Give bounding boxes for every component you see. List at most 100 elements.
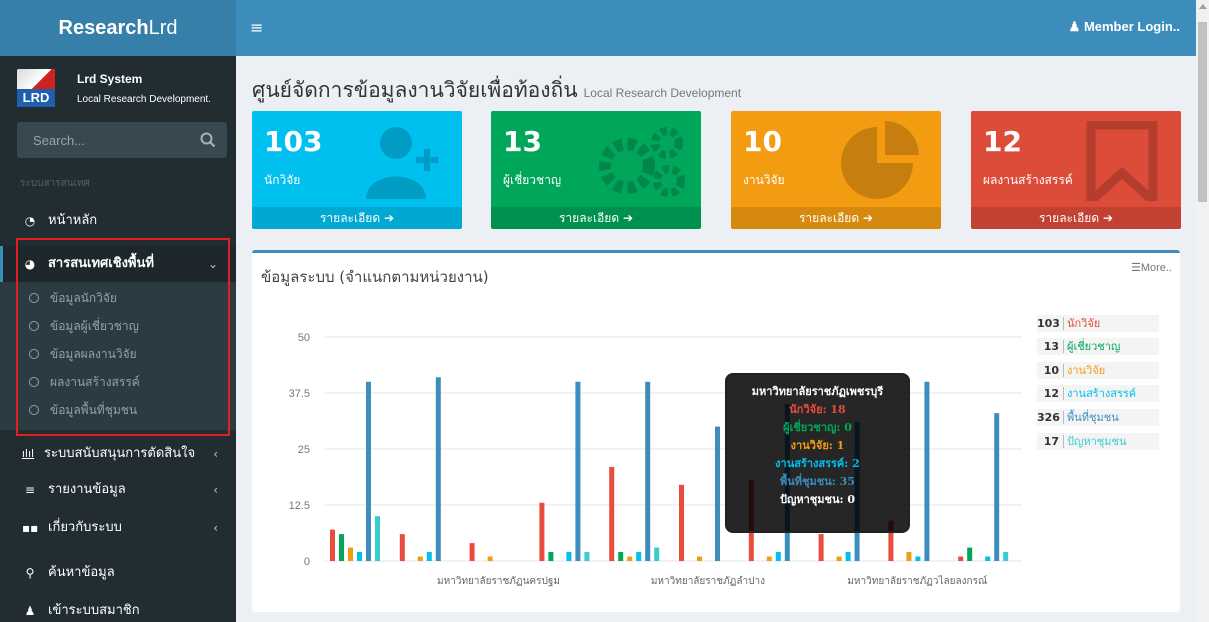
legend-item: 326 พื้นที่ชุมชน <box>1037 409 1159 426</box>
pie-chart-icon <box>841 121 919 199</box>
sidebar-item-spatial-info[interactable]: ◕ สารสนเทศเชิงพื้นที่ ⌄ <box>0 246 236 282</box>
tooltip-line: งานสร้างสรรค์: 2 <box>775 457 860 470</box>
chart-bar[interactable] <box>330 529 335 561</box>
chart-bar[interactable] <box>539 502 545 561</box>
circle-icon <box>29 349 39 359</box>
chart-bar[interactable] <box>836 556 842 561</box>
member-login-link[interactable]: ♟ Member Login.. <box>1069 19 1180 35</box>
chart-bar[interactable] <box>426 552 432 561</box>
legend-item: 13 ผู้เชี่ยวชาญ <box>1037 338 1159 355</box>
legend-item: 17 ปัญหาชุมชน <box>1037 433 1159 450</box>
chart-bar[interactable] <box>435 377 441 561</box>
app-logo[interactable]: ResearchLrd <box>0 0 236 56</box>
submenu-item-label: ข้อมูลผลงานวิจัย <box>50 347 137 361</box>
tooltip-line: นักวิจัย: 18 <box>789 403 846 416</box>
sidebar-item-home[interactable]: ◔ หน้าหลัก <box>0 203 236 239</box>
chart-bar[interactable] <box>654 547 660 561</box>
gears-icon <box>599 127 685 197</box>
legend-item: 103 นักวิจัย <box>1037 315 1159 332</box>
box-details-link[interactable]: รายละเอียด ➔ <box>491 207 701 229</box>
chart-bar[interactable] <box>915 556 921 561</box>
stat-caption: นักวิจัย <box>264 173 301 187</box>
x-tick-label: มหาวิทยาลัยราชภัฏวไลยลงกรณ์ <box>847 575 987 587</box>
chart-bar[interactable] <box>775 552 781 561</box>
sidebar-item-label: หน้าหลัก <box>48 213 98 228</box>
chart-bar[interactable] <box>958 556 964 561</box>
chart-bar[interactable] <box>366 381 371 561</box>
chart-bar[interactable] <box>357 552 362 561</box>
system-data-panel: 0 12.5 25 37.5 50 มหาวิทยาลัยราชภัฏนครปฐม มหาว… <box>252 250 1180 612</box>
user-name: Lrd System <box>77 72 143 86</box>
sidebar-item-member-login[interactable]: ♟ เข้าระบบสมาชิก <box>0 593 236 622</box>
bookmark-icon <box>1086 121 1158 201</box>
stat-box-research: 10 งานวิจัย รายละเอียด ➔ <box>731 111 941 229</box>
menu-toggle-icon[interactable]: ≡ <box>250 20 263 36</box>
y-tick-label: 12.5 <box>289 500 310 512</box>
chart-bar[interactable] <box>1003 552 1009 561</box>
search-icon[interactable] <box>199 131 217 149</box>
sidebar-item-label: เกี่ยวกับระบบ <box>48 520 122 535</box>
submenu-item-research-works[interactable]: ข้อมูลผลงานวิจัย <box>0 340 236 368</box>
chart-bar[interactable] <box>906 552 912 561</box>
sidebar-item-decision-support[interactable]: ılıl ระบบสนับสนุนการตัดสินใจ ‹ <box>0 436 236 472</box>
sidebar-item-reports[interactable]: ≡ รายงานข้อมูล ‹ <box>0 472 236 508</box>
tooltip-line: งานวิจัย: 1 <box>790 439 845 452</box>
scroll-up-arrow-icon[interactable] <box>1199 4 1207 9</box>
y-tick-label: 25 <box>298 444 310 456</box>
chart-bar[interactable] <box>818 534 824 561</box>
stat-value: 12 <box>983 125 1022 158</box>
chart-bar[interactable] <box>766 556 772 561</box>
chart-bar[interactable] <box>609 466 615 561</box>
scroll-thumb[interactable] <box>1198 22 1207 202</box>
chart-bar[interactable] <box>645 381 651 561</box>
chart-bar[interactable] <box>584 552 590 561</box>
tooltip-line: ปัญหาชุมชน: 0 <box>779 493 856 506</box>
chart-bar[interactable] <box>399 534 405 561</box>
panel-title: ข้อมูลระบบ (จำแนกตามหน่วยงาน) <box>261 268 489 286</box>
chart-bar[interactable] <box>985 556 991 561</box>
chart-bar[interactable] <box>348 547 353 561</box>
box-details-link[interactable]: รายละเอียด ➔ <box>731 207 941 229</box>
more-link[interactable]: ☰More.. <box>1131 261 1172 274</box>
sidebar-item-about[interactable]: ▪▪ เกี่ยวกับระบบ ‹ <box>0 510 236 546</box>
chevron-down-icon: ⌄ <box>207 257 218 271</box>
chart-bar[interactable] <box>924 381 930 561</box>
stat-box-experts: 13 ผู้เชี่ยวชาญ รายละเอียด ➔ <box>491 111 701 229</box>
list-icon: ≡ <box>24 483 36 497</box>
chart-bar[interactable] <box>417 556 423 561</box>
user-subtitle: Local Research Development. <box>77 94 211 105</box>
tooltip-line: พื้นที่ชุมชน: 35 <box>780 475 855 488</box>
chart-bar[interactable] <box>548 552 554 561</box>
user-plus-icon <box>366 127 438 199</box>
chart-bar[interactable] <box>487 556 493 561</box>
sidebar-item-search-data[interactable]: ⚲ ค้นหาข้อมูล <box>0 555 236 591</box>
chart-bar[interactable] <box>339 534 344 561</box>
chart-bar[interactable] <box>627 556 633 561</box>
submenu-item-creative-works[interactable]: ผลงานสร้างสรรค์ <box>0 368 236 396</box>
submenu-item-researchers[interactable]: ข้อมูลนักวิจัย <box>0 284 236 312</box>
chart-bar[interactable] <box>575 381 581 561</box>
chart-bar[interactable] <box>697 556 702 561</box>
search-input[interactable] <box>17 122 197 158</box>
chart-bar[interactable] <box>375 516 380 561</box>
chart-bar[interactable] <box>469 543 475 561</box>
chart-bar[interactable] <box>845 552 851 561</box>
chart-bar[interactable] <box>618 552 624 561</box>
box-details-link[interactable]: รายละเอียด ➔ <box>971 207 1181 229</box>
box-details-link[interactable]: รายละเอียด ➔ <box>252 207 462 229</box>
x-tick-label: มหาวิทยาลัยราชภัฏนครปฐม <box>437 576 560 587</box>
circle-icon <box>29 293 39 303</box>
chart-bar[interactable] <box>636 552 642 561</box>
chart-bar[interactable] <box>967 547 973 561</box>
page-scrollbar[interactable] <box>1196 0 1209 622</box>
tooltip-line: ผู้เชี่ยวชาญ: 0 <box>783 421 852 434</box>
stat-caption: ผู้เชี่ยวชาญ <box>503 173 562 187</box>
chart-bar[interactable] <box>566 552 572 561</box>
submenu-item-label: ข้อมูลผู้เชี่ยวชาญ <box>50 319 139 333</box>
submenu-item-community-areas[interactable]: ข้อมูลพื้นที่ชุมชน <box>0 396 236 424</box>
chart-bar[interactable] <box>994 413 1000 561</box>
submenu-item-experts[interactable]: ข้อมูลผู้เชี่ยวชาญ <box>0 312 236 340</box>
chart-bar[interactable] <box>679 484 684 561</box>
chart-bar[interactable] <box>715 426 720 561</box>
sidebar-item-label: รายงานข้อมูล <box>48 482 126 497</box>
